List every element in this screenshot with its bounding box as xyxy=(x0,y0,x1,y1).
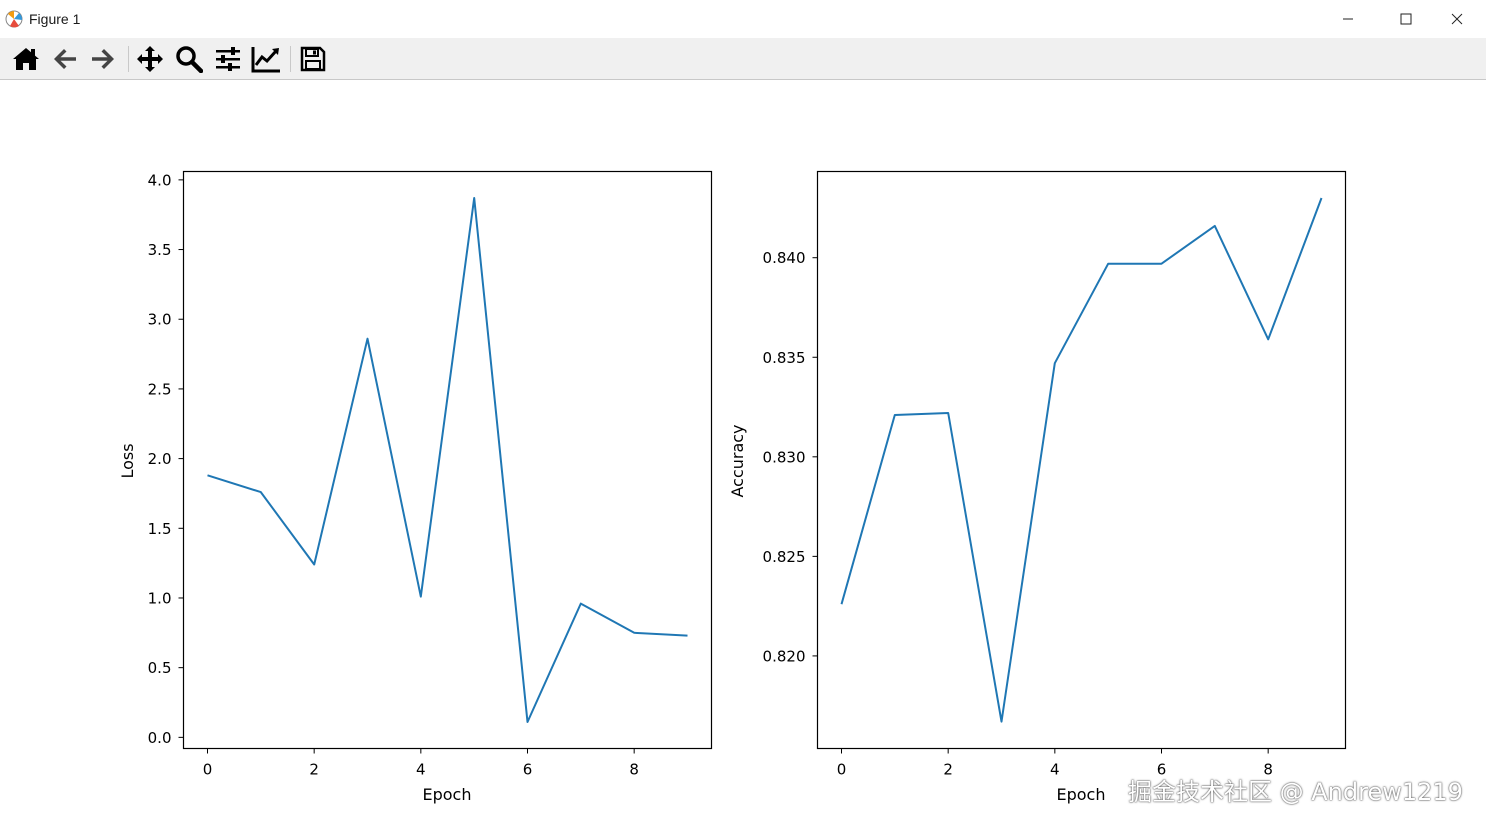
window-title: Figure 1 xyxy=(29,11,81,27)
loss-y-tick-label: 0.5 xyxy=(148,659,172,677)
matplotlib-app-icon xyxy=(5,10,23,28)
accuracy-line xyxy=(840,197,1323,723)
zoom-icon xyxy=(176,46,203,73)
loss-y-tick-label: 2.0 xyxy=(148,450,172,468)
minimize-button[interactable] xyxy=(1319,0,1377,38)
accuracy-x-tick-label: 4 xyxy=(1050,761,1060,779)
configure-subplots-icon xyxy=(216,47,240,71)
accuracy-y-tick-label: 0.825 xyxy=(763,548,806,566)
accuracy-y-tick-label: 0.820 xyxy=(763,647,806,665)
home-button[interactable] xyxy=(10,43,42,75)
loss-y-tick-label: 0.0 xyxy=(148,729,172,747)
loss-y-tick-label: 4.0 xyxy=(148,171,172,189)
maximize-button[interactable] xyxy=(1377,0,1435,38)
forward-button[interactable] xyxy=(87,43,119,75)
loss-x-tick-label: 0 xyxy=(203,761,213,779)
back-arrow-icon xyxy=(54,49,76,69)
loss-y-tick-label: 1.5 xyxy=(148,520,172,538)
close-icon xyxy=(1451,13,1463,25)
save-button[interactable] xyxy=(297,43,329,75)
toolbar-separator xyxy=(290,46,291,72)
back-button[interactable] xyxy=(49,43,81,75)
loss-x-tick-label: 2 xyxy=(309,761,319,779)
loss-line xyxy=(207,197,688,723)
loss-x-tick-label: 8 xyxy=(629,761,639,779)
window-titlebar: Figure 1 xyxy=(0,0,1486,38)
edit-axis-button[interactable] xyxy=(250,43,282,75)
toolbar-separator xyxy=(128,46,129,72)
figure-canvas[interactable]: 02468 0.00.51.01.52.02.53.03.54.0 Epoch … xyxy=(0,80,1486,825)
loss-x-ticks: 0 2 4 6 8 xyxy=(203,748,639,779)
accuracy-x-tick-label: 2 xyxy=(943,761,953,779)
zoom-button[interactable] xyxy=(173,43,205,75)
accuracy-x-tick-label: 0 xyxy=(837,761,847,779)
loss-x-axis-label: Epoch xyxy=(423,785,472,804)
minimize-icon xyxy=(1343,18,1353,20)
loss-x-tick-label: 6 xyxy=(523,761,533,779)
loss-y-axis-label: Loss xyxy=(118,443,137,478)
pan-icon xyxy=(137,46,163,72)
accuracy-x-axis-label: Epoch xyxy=(1057,785,1106,804)
loss-y-tick-label: 1.0 xyxy=(148,589,172,607)
navigation-toolbar xyxy=(0,38,1486,80)
loss-axes: 02468 0.00.51.01.52.02.53.03.54.0 Epoch … xyxy=(118,170,713,804)
home-icon xyxy=(13,48,39,70)
accuracy-y-tick-label: 0.830 xyxy=(763,448,806,466)
accuracy-y-tick-label: 0.840 xyxy=(763,249,806,267)
loss-y-tick-label: 2.5 xyxy=(148,380,172,398)
close-button[interactable] xyxy=(1428,0,1486,38)
accuracy-y-tick-label: 0.835 xyxy=(763,349,806,367)
edit-axis-icon xyxy=(251,47,280,73)
loss-y-ticks: 0.0 0.5 1.0 1.5 2.0 2.5 3.0 3.5 4.0 xyxy=(148,171,184,747)
save-icon xyxy=(300,46,326,72)
watermark: 掘金技术社区 @ Andrew1219 xyxy=(1128,778,1463,806)
accuracy-y-axis-label: Accuracy xyxy=(728,424,747,497)
loss-x-tick-label: 4 xyxy=(416,761,426,779)
maximize-icon xyxy=(1400,13,1412,25)
accuracy-axes: 02468 0.8200.8250.8300.8350.840 Epoch Ac… xyxy=(728,170,1347,804)
configure-subplots-button[interactable] xyxy=(212,43,244,75)
accuracy-axes-frame xyxy=(816,170,1347,750)
forward-arrow-icon xyxy=(92,49,114,69)
accuracy-y-ticks: 0.820 0.825 0.830 0.835 0.840 xyxy=(763,249,818,665)
loss-y-tick-label: 3.0 xyxy=(148,311,172,329)
pan-button[interactable] xyxy=(134,43,166,75)
loss-y-tick-label: 3.5 xyxy=(148,241,172,259)
loss-axes-frame xyxy=(182,170,713,750)
